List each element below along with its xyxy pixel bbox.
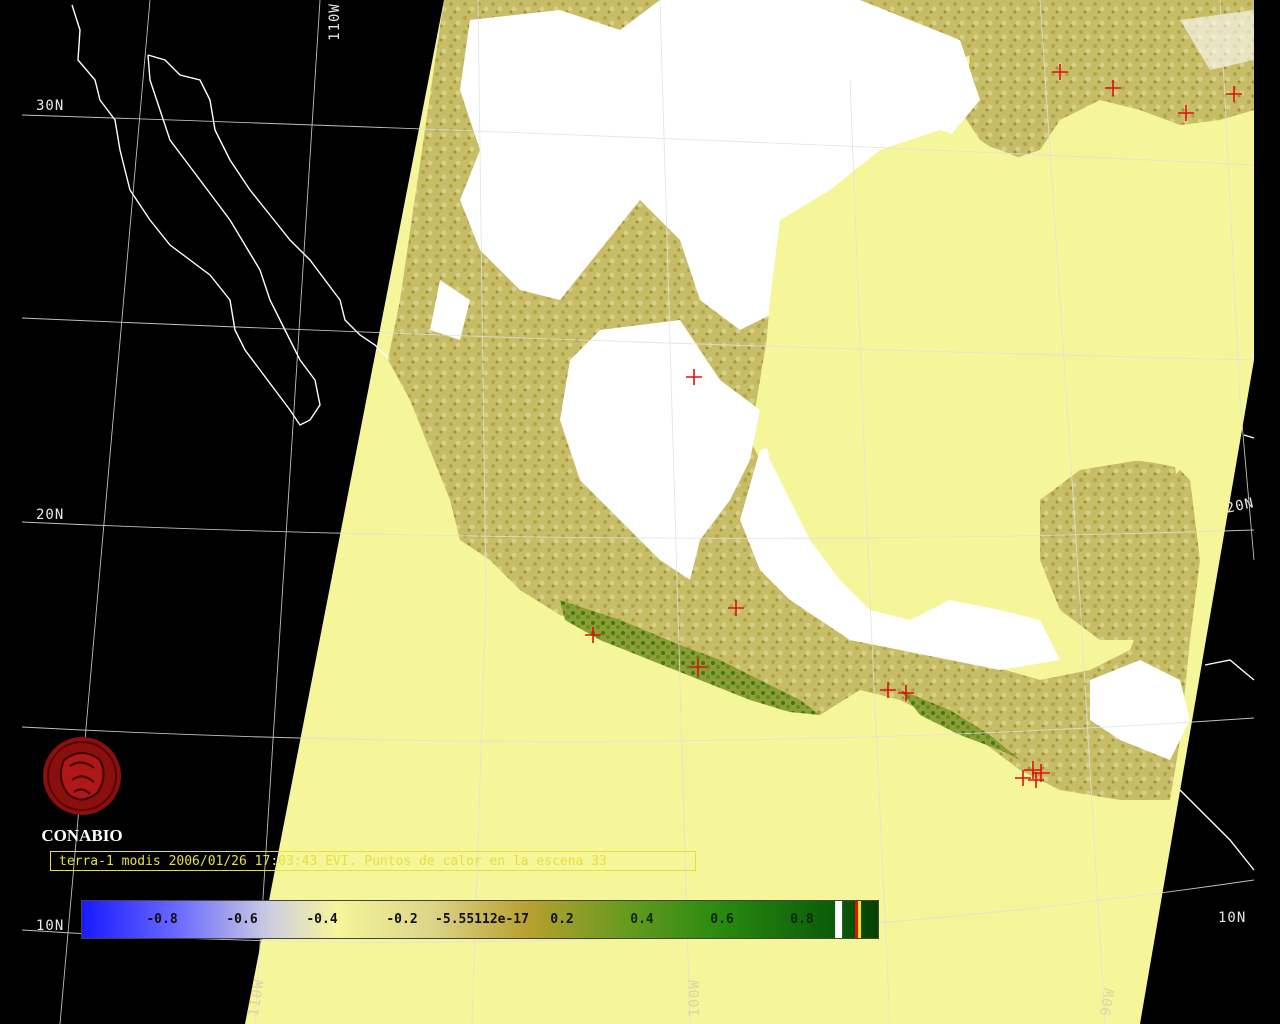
legend-cloud-swatch bbox=[835, 901, 843, 938]
legend-yellow-swatch bbox=[858, 901, 862, 938]
legend-tick-label: 0.4 bbox=[630, 912, 654, 927]
lon-label-100w-bottom: 100W bbox=[686, 979, 703, 1017]
legend-tick-label: -0.6 bbox=[226, 912, 258, 927]
legend-tick-label: -0.2 bbox=[386, 912, 418, 927]
scene-caption: terra-1 modis 2006/01/26 17:03:43 EVI. P… bbox=[50, 851, 696, 871]
lat-label-20n-left: 20N bbox=[36, 507, 65, 523]
legend-tick-label: -5.55112e-17 bbox=[435, 912, 529, 927]
evi-color-legend: -0.8 -0.6 -0.4 -0.2 -5.55112e-17 0.2 0.4 0.6 0.8 bbox=[81, 900, 879, 939]
lat-label-30n-left: 30N bbox=[36, 98, 65, 114]
conabio-logo: CONABIO bbox=[36, 736, 128, 846]
lat-label-10n-left: 10N bbox=[36, 918, 65, 934]
lon-label-110w-top: 110W bbox=[326, 3, 343, 41]
conabio-emblem-icon bbox=[43, 737, 121, 815]
legend-tick-label: -0.4 bbox=[306, 912, 338, 927]
legend-tick-label: 0.2 bbox=[550, 912, 574, 927]
conabio-logo-text: CONABIO bbox=[41, 826, 123, 845]
lat-label-10n-right: 10N bbox=[1218, 910, 1247, 926]
legend-tick-label: -0.8 bbox=[146, 912, 178, 927]
legend-hotspot-swatch bbox=[855, 901, 859, 938]
legend-tick-label: 0.6 bbox=[710, 912, 734, 927]
legend-tick-label: 0.8 bbox=[790, 912, 814, 927]
